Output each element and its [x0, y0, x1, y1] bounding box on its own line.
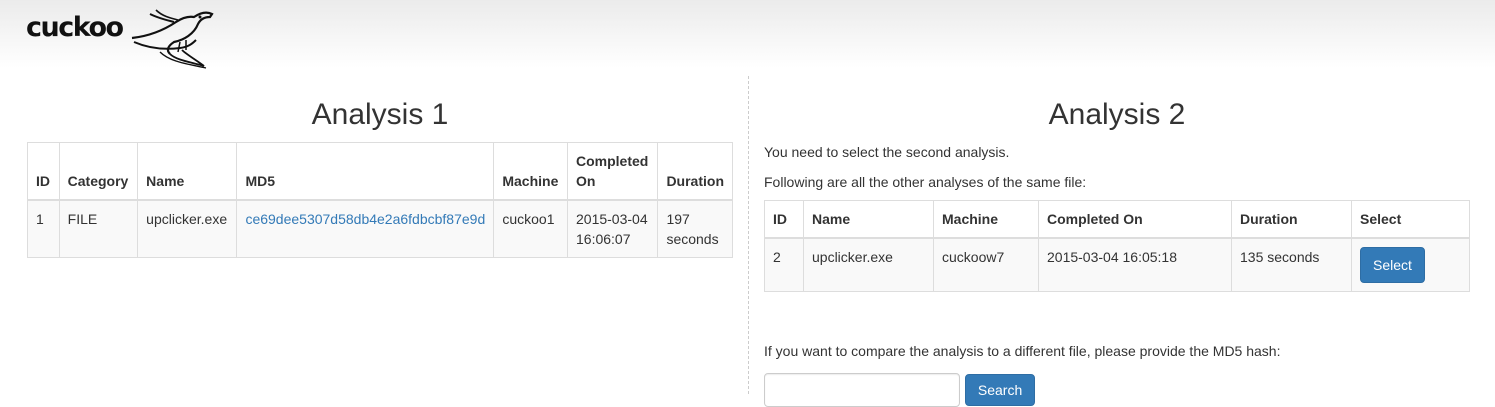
table-row: 1 FILE upclicker.exe ce69dee5307d58db4e2… — [27, 199, 733, 258]
col-id: ID — [764, 200, 804, 239]
col-id: ID — [27, 142, 60, 201]
col-completed-on: Completed On — [1038, 200, 1232, 239]
top-navbar: cuckoo — [0, 0, 1495, 70]
select-instruction: You need to select the second analysis. — [764, 144, 1010, 160]
analysis1-panel: Analysis 1 ID Category Name MD5 Machine … — [27, 76, 733, 258]
cell-name: upclicker.exe — [137, 199, 238, 258]
col-name: Name — [137, 142, 238, 201]
cuckoo-logo[interactable]: cuckoo — [26, 8, 216, 70]
col-md5: MD5 — [236, 142, 495, 201]
cuckoo-bird-icon — [131, 9, 214, 69]
col-completed-on: Completed On — [566, 142, 659, 201]
logo-text: cuckoo — [26, 12, 124, 43]
md5-link[interactable]: ce69dee5307d58db4e2a6fdbcbf87e9d — [245, 211, 485, 227]
analysis1-table: ID Category Name MD5 Machine Completed O… — [27, 142, 733, 258]
compare-form: If you want to compare the analysis to a… — [764, 341, 1470, 407]
cell-machine: cuckoow7 — [933, 237, 1039, 292]
col-duration: Duration — [1231, 200, 1352, 239]
cell-select: Select — [1351, 237, 1470, 292]
cell-category: FILE — [58, 199, 139, 258]
table-row: 2 upclicker.exe cuckoow7 2015-03-04 16:0… — [764, 237, 1470, 292]
cell-name: upclicker.exe — [803, 237, 934, 292]
col-machine: Machine — [493, 142, 568, 201]
col-duration: Duration — [657, 142, 733, 201]
col-machine: Machine — [933, 200, 1039, 239]
analysis1-title: Analysis 1 — [311, 98, 449, 131]
cell-completed-on: 2015-03-04 16:05:18 — [1038, 237, 1232, 292]
cell-duration: 135 seconds — [1231, 237, 1352, 292]
cell-completed-on: 2015-03-04 16:06:07 — [566, 199, 659, 258]
column-divider — [748, 76, 749, 394]
analysis2-panel: Analysis 2 You need to select the second… — [764, 76, 1470, 407]
md5-search-input[interactable] — [764, 373, 960, 407]
select-button[interactable]: Select — [1360, 247, 1425, 283]
col-select: Select — [1351, 200, 1470, 239]
cell-id: 2 — [764, 237, 804, 292]
analysis2-title: Analysis 2 — [1048, 98, 1186, 131]
col-category: Category — [58, 142, 139, 201]
cell-id: 1 — [27, 199, 60, 258]
cell-md5: ce69dee5307d58db4e2a6fdbcbf87e9d — [236, 199, 495, 258]
cell-duration: 197 seconds — [657, 199, 733, 258]
search-button[interactable]: Search — [964, 374, 1036, 406]
col-name: Name — [803, 200, 934, 239]
compare-instruction: If you want to compare the analysis to a… — [764, 343, 1281, 359]
other-analyses-text: Following are all the other analyses of … — [764, 174, 1087, 190]
analysis2-table: ID Name Machine Completed On Duration Se… — [764, 200, 1470, 292]
cell-machine: cuckoo1 — [493, 199, 568, 258]
